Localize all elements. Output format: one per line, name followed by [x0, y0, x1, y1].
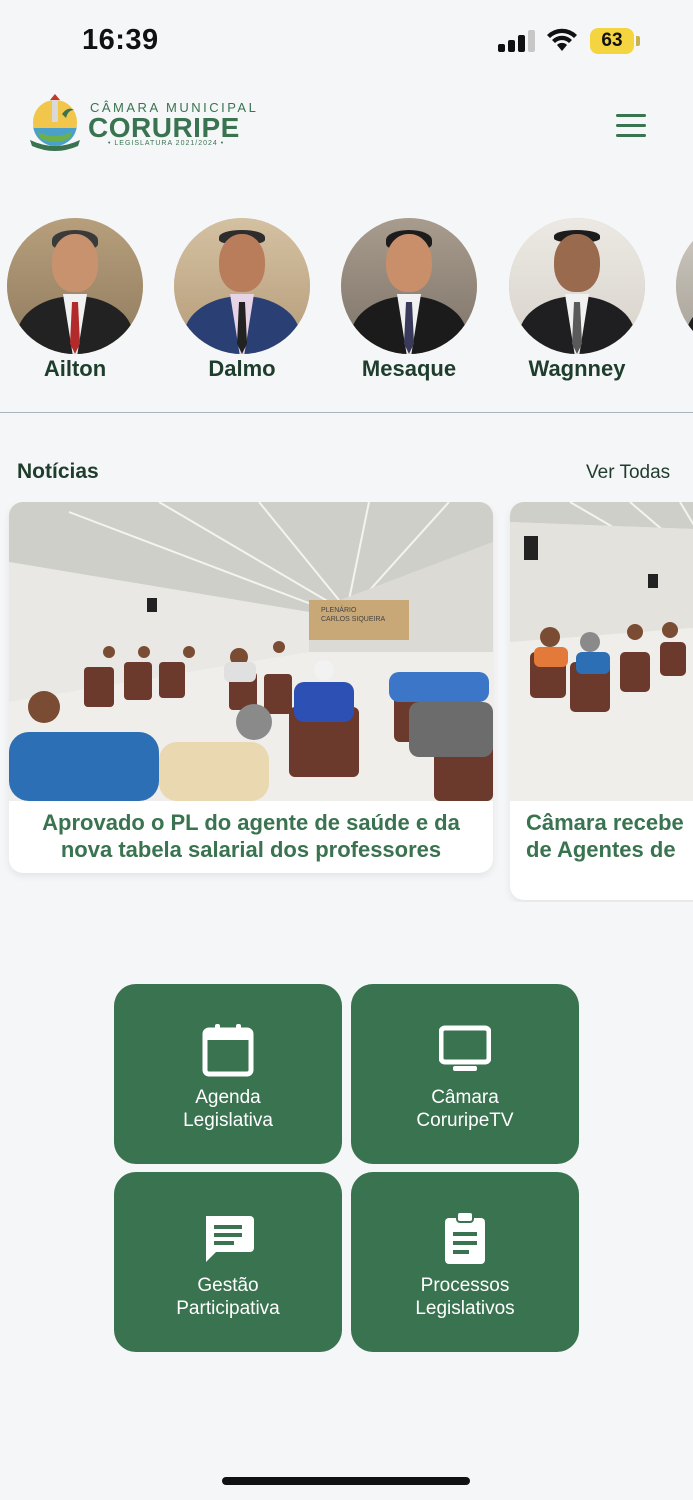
councillor-card[interactable]: Ailton: [5, 218, 145, 382]
councillor-name: Wagnney: [528, 356, 626, 381]
tile-label: Agenda Legislativa: [183, 1087, 273, 1131]
cellular-signal-icon: [498, 30, 536, 52]
news-caption: Câmara recebe de Agentes de: [526, 810, 684, 862]
councillor-name: Ailton: [43, 356, 107, 381]
avatar: [509, 218, 645, 354]
news-section-title: Notícias: [17, 460, 99, 483]
coruripe-emblem-logo: [30, 94, 80, 151]
avatar: [341, 218, 477, 354]
councillor-card[interactable]: [674, 218, 693, 354]
gestao-participativa-button[interactable]: Gestão Participativa: [114, 1172, 342, 1352]
svg-text:CARLOS SIQUEIRA: CARLOS SIQUEIRA: [321, 616, 386, 623]
news-caption: Aprovado o PL do agente de saúde e da no…: [42, 810, 460, 862]
calendar-icon: [202, 1024, 254, 1077]
battery-cap: [636, 36, 640, 46]
councillor-name: Dalmo: [208, 356, 276, 381]
avatar: [676, 218, 693, 354]
home-indicator[interactable]: [222, 1477, 470, 1485]
status-time: 16:39: [82, 24, 159, 56]
councillor-card[interactable]: Wagnney: [507, 218, 647, 382]
tile-label: Gestão Participativa: [176, 1275, 280, 1319]
agenda-legislativa-button[interactable]: Agenda Legislativa: [114, 984, 342, 1164]
processos-legislativos-button[interactable]: Processos Legislativos: [351, 1172, 579, 1352]
wifi-icon: [547, 28, 577, 51]
councillors-carousel[interactable]: Ailton Dalmo Mesaque Wagnney: [0, 218, 693, 388]
app-header: CÂMARA MUNICIPAL CORURIPE • LEGISLATURA …: [0, 90, 693, 165]
councillor-name: Mesaque: [361, 356, 457, 381]
news-image: [510, 502, 693, 801]
news-carousel[interactable]: PLENÁRIO CARLOS SIQUEIRA Aprovado o PL d…: [0, 502, 693, 902]
councillor-card[interactable]: Mesaque: [339, 218, 479, 382]
news-card[interactable]: Câmara recebe de Agentes de: [510, 502, 693, 900]
status-bar: 16:39 63: [0, 0, 693, 80]
hamburger-menu-icon[interactable]: [612, 112, 648, 140]
monitor-icon: [439, 1025, 491, 1071]
see-all-news-link[interactable]: Ver Todas: [586, 462, 670, 484]
clipboard-icon: [445, 1211, 485, 1264]
plenary-sign: PLENÁRIO: [321, 605, 357, 614]
logo-subtitle: • LEGISLATURA 2021/2024 •: [108, 140, 225, 147]
avatar: [174, 218, 310, 354]
avatar: [7, 218, 143, 354]
councillor-card[interactable]: Dalmo: [172, 218, 312, 382]
battery-level: 63: [590, 28, 634, 54]
camara-coruripetv-button[interactable]: Câmara CoruripeTV: [351, 984, 579, 1164]
news-card[interactable]: PLENÁRIO CARLOS SIQUEIRA Aprovado o PL d…: [9, 502, 493, 873]
tile-label: Câmara CoruripeTV: [416, 1087, 514, 1131]
chat-icon: [206, 1216, 254, 1262]
news-image: PLENÁRIO CARLOS SIQUEIRA: [9, 502, 493, 801]
section-divider: [0, 412, 693, 413]
tile-label: Processos Legislativos: [415, 1275, 515, 1319]
